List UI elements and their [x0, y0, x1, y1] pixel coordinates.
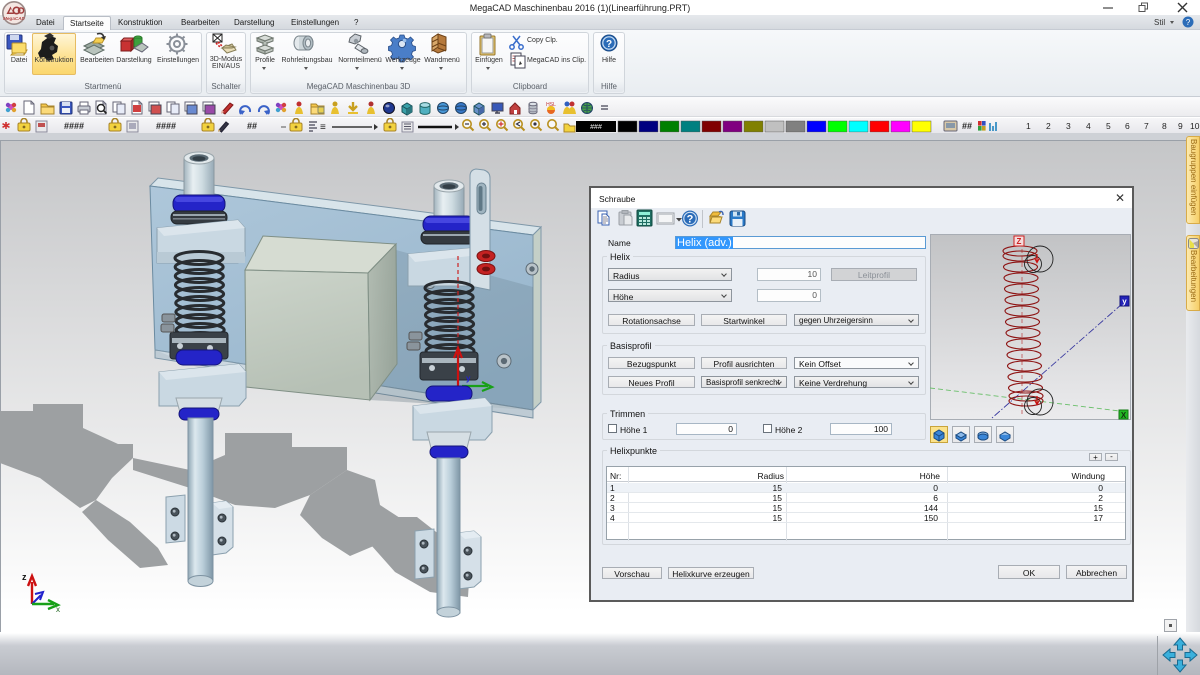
svg-text:?: ?	[687, 214, 694, 226]
svg-text:9: 9	[1178, 121, 1183, 131]
svg-text:7: 7	[1144, 121, 1149, 131]
svg-text:y: y	[466, 374, 471, 383]
svg-text:?: ?	[1186, 18, 1191, 27]
svg-text:MegaCAD: MegaCAD	[3, 16, 25, 21]
svg-text:X: X	[1121, 411, 1127, 420]
svg-text:10: 10	[1190, 121, 1200, 131]
svg-text:5: 5	[1106, 121, 1111, 131]
svg-text:y: y	[1122, 297, 1127, 306]
svg-text:6: 6	[1125, 121, 1130, 131]
svg-text:x: x	[56, 605, 60, 614]
svg-text:z: z	[22, 572, 27, 582]
svg-text:####: ####	[156, 121, 176, 131]
svg-text:2: 2	[1046, 121, 1051, 131]
svg-text:1: 1	[1026, 121, 1031, 131]
svg-text:Z: Z	[1017, 237, 1022, 246]
svg-text:≡: ≡	[320, 122, 326, 133]
svg-text:3: 3	[1066, 121, 1071, 131]
svg-text:4: 4	[1086, 121, 1091, 131]
svg-text:##: ##	[247, 121, 257, 131]
svg-text:##: ##	[962, 121, 972, 131]
svg-text:8: 8	[1162, 121, 1167, 131]
svg-text:####: ####	[64, 121, 84, 131]
svg-text:###: ###	[590, 124, 602, 131]
svg-text:?: ?	[606, 39, 612, 50]
